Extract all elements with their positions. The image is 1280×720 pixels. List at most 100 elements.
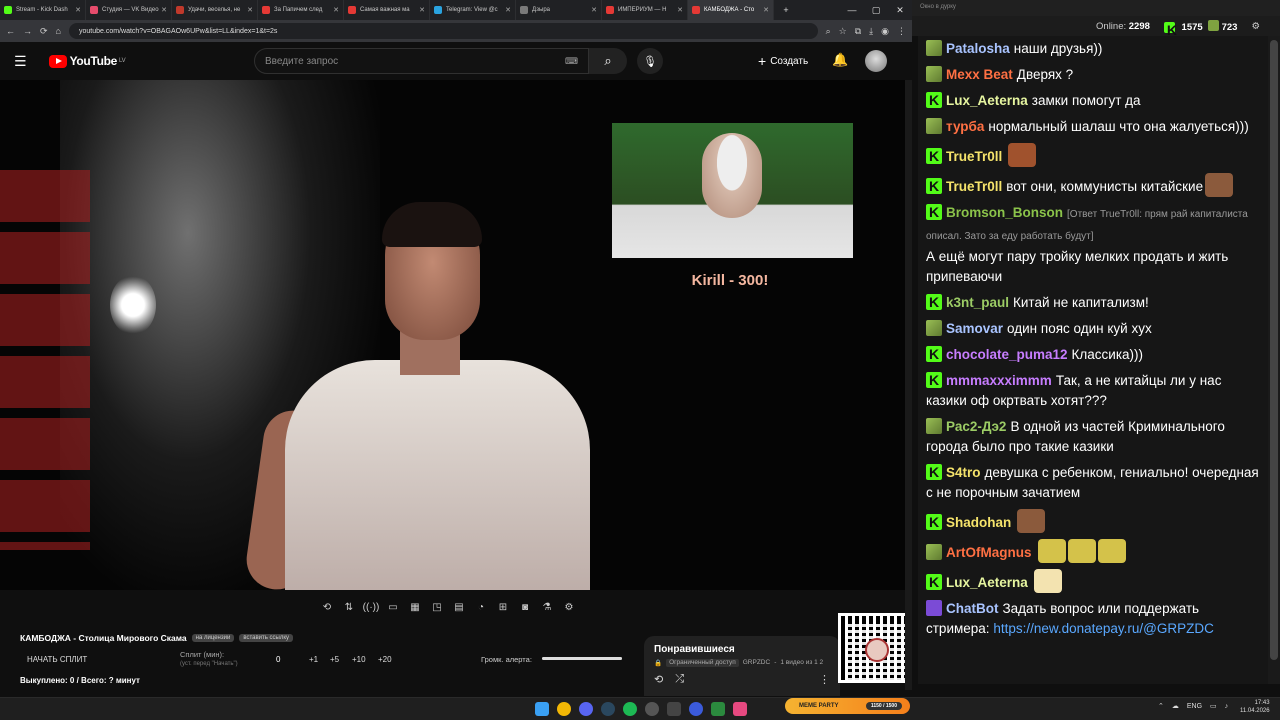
browser-tab[interactable]: Студия — VK Видео ✕ [86, 0, 172, 20]
chat-username[interactable]: k3nt_paul [946, 295, 1009, 310]
download-icon[interactable]: ⤓ [869, 26, 873, 37]
keyboard-icon[interactable]: ⌨ [565, 56, 578, 67]
chat-username[interactable]: Patalosha [946, 41, 1010, 56]
chat-username[interactable]: Lux_Aeterna [946, 93, 1028, 108]
bookmark-star-icon[interactable]: ☆ [839, 26, 847, 37]
spotify-icon[interactable] [623, 702, 637, 716]
settings-gear-icon[interactable]: ⚙ [1251, 21, 1260, 32]
profile-icon[interactable]: ◉ [881, 26, 889, 37]
loop-icon[interactable]: ⟲ [318, 598, 336, 616]
chrome-icon[interactable] [557, 702, 571, 716]
chat-username[interactable]: TrueTr0ll [946, 149, 1002, 164]
language-indicator[interactable]: ENG [1187, 703, 1202, 710]
cloud-icon[interactable]: ☁ [1172, 702, 1179, 710]
discord-icon[interactable] [579, 702, 593, 716]
notifications-bell-icon[interactable]: 🔔 [832, 52, 848, 68]
player-icon[interactable] [689, 702, 703, 716]
repeat-icon[interactable]: ⟲ [654, 673, 663, 686]
steam-icon[interactable] [601, 702, 615, 716]
chat-username[interactable]: Рас2-Дэ2 [946, 419, 1006, 434]
chat-username[interactable]: mmmaxxximmm [946, 373, 1052, 388]
sort-icon[interactable]: ⇅ [340, 598, 358, 616]
browser-tab[interactable]: ИМПЕРИУМ — Н ✕ [602, 0, 688, 20]
add-5-button[interactable]: +5 [330, 655, 339, 664]
chat-username[interactable]: Mexx Beat [946, 67, 1013, 82]
tab-close-icon[interactable]: ✕ [75, 6, 81, 14]
broadcast-icon[interactable]: ((·)) [362, 598, 380, 616]
tab-close-icon[interactable]: ✕ [247, 6, 253, 14]
tab-close-icon[interactable]: ✕ [591, 6, 597, 14]
chat-list[interactable]: Pataloshaнаши друзья))Mexx BeatДверях ?L… [918, 36, 1268, 684]
chat-username[interactable]: турба [946, 119, 984, 134]
add-20-button[interactable]: +20 [378, 655, 392, 664]
chat-username[interactable]: ArtOfMagnus [946, 545, 1032, 560]
tab-close-icon[interactable]: ✕ [677, 6, 683, 14]
resize-icon[interactable]: ◳ [428, 598, 446, 616]
grid-icon[interactable]: ▤ [450, 598, 468, 616]
flask-icon[interactable]: ⚗ [538, 598, 556, 616]
system-clock[interactable]: 17:43 11.04.2026 [1240, 699, 1270, 715]
extensions-icon[interactable]: ⧉ [855, 26, 861, 37]
chat-scroll-thumb[interactable] [1270, 40, 1278, 660]
browser-tab[interactable]: Самая важная ма ✕ [344, 0, 430, 20]
maximize-button[interactable]: ▢ [864, 5, 888, 16]
zoom-icon[interactable]: ⌕ [826, 26, 831, 37]
browser-tab[interactable]: Дзыра ✕ [516, 0, 602, 20]
kebab-icon[interactable]: ⋮ [819, 673, 830, 686]
clapper-icon[interactable]: ▦ [406, 598, 424, 616]
browser-tab[interactable]: Telegram: View @c ✕ [430, 0, 516, 20]
voice-search-button[interactable]: 🎙 [637, 48, 663, 74]
network-icon[interactable]: ▭ [1210, 702, 1217, 710]
reload-icon[interactable]: ⟳ [40, 26, 48, 37]
donate-link[interactable]: https://new.donatepay.ru/@GRPZDC [993, 621, 1214, 636]
youtube-logo[interactable]: YouTube LV [48, 54, 126, 68]
chat-username[interactable]: chocolate_puma12 [946, 347, 1068, 362]
chat-username[interactable]: TrueTr0ll [946, 179, 1002, 194]
account-avatar[interactable] [865, 50, 887, 72]
chat-username[interactable]: Bromson_Bonson [946, 205, 1063, 220]
close-window-button[interactable]: ✕ [888, 5, 912, 16]
search-button[interactable]: ⌕ [589, 48, 627, 74]
browser-tab[interactable]: Удачи, веселья, не ✕ [172, 0, 258, 20]
add-10-button[interactable]: +10 [352, 655, 366, 664]
add-screen-icon[interactable]: ⊞ [494, 598, 512, 616]
app-icon[interactable] [667, 702, 681, 716]
forward-icon[interactable]: → [23, 26, 32, 36]
start-split-button[interactable]: НАЧАТЬ СПЛИТ [27, 655, 87, 664]
create-button[interactable]: + Создать [758, 50, 808, 72]
tab-close-icon[interactable]: ✕ [333, 6, 339, 14]
terminal-icon[interactable] [711, 702, 725, 716]
split-value[interactable]: 0 [276, 655, 280, 664]
playlist-channel[interactable]: GRPZDC [743, 659, 770, 667]
tab-close-icon[interactable]: ✕ [763, 6, 769, 14]
camera-icon[interactable]: ◙ [516, 598, 534, 616]
home-icon[interactable]: ⌂ [56, 26, 61, 36]
gear-icon[interactable]: ⚙ [560, 598, 578, 616]
chat-username[interactable]: Samovar [946, 321, 1003, 336]
hamburger-menu-icon[interactable]: ☰ [14, 53, 27, 70]
minimize-button[interactable]: — [840, 5, 864, 15]
liked-playlist-panel[interactable]: Понравившиеся 🔒 Ограниченный доступ GRPZ… [644, 636, 840, 696]
browser-tab[interactable]: КАМБОДЖА - Сто ✕ [688, 0, 774, 20]
tab-close-icon[interactable]: ✕ [161, 6, 167, 14]
chat-username[interactable]: Lux_Aeterna [946, 575, 1028, 590]
speed-icon[interactable]: ◔ [472, 598, 490, 616]
url-field[interactable]: youtube.com/watch?v=OBAGAOw6UPw&list=LL&… [68, 23, 818, 39]
start-icon[interactable] [535, 702, 549, 716]
screen-icon[interactable]: ▭ [384, 598, 402, 616]
chat-username[interactable]: Shadohan [946, 515, 1011, 530]
volume-icon[interactable]: ♪ [1225, 703, 1229, 710]
obs-icon[interactable] [645, 702, 659, 716]
license-badge[interactable]: на лицензии [191, 634, 235, 642]
new-tab-button[interactable]: + [774, 5, 798, 15]
back-icon[interactable]: ← [6, 26, 15, 36]
page-scrollbar[interactable] [905, 80, 912, 690]
insert-link-badge[interactable]: вставить ссылку [239, 634, 294, 642]
browser-tab[interactable]: За Папичем след ✕ [258, 0, 344, 20]
chat-username[interactable]: S4tro [946, 465, 981, 480]
tab-close-icon[interactable]: ✕ [419, 6, 425, 14]
menu-kebab-icon[interactable]: ⋮ [897, 26, 906, 37]
tray-chevron-icon[interactable]: ⌃ [1158, 702, 1164, 710]
add-1-button[interactable]: +1 [309, 655, 318, 664]
shuffle-icon[interactable]: ⤮ [675, 673, 684, 686]
